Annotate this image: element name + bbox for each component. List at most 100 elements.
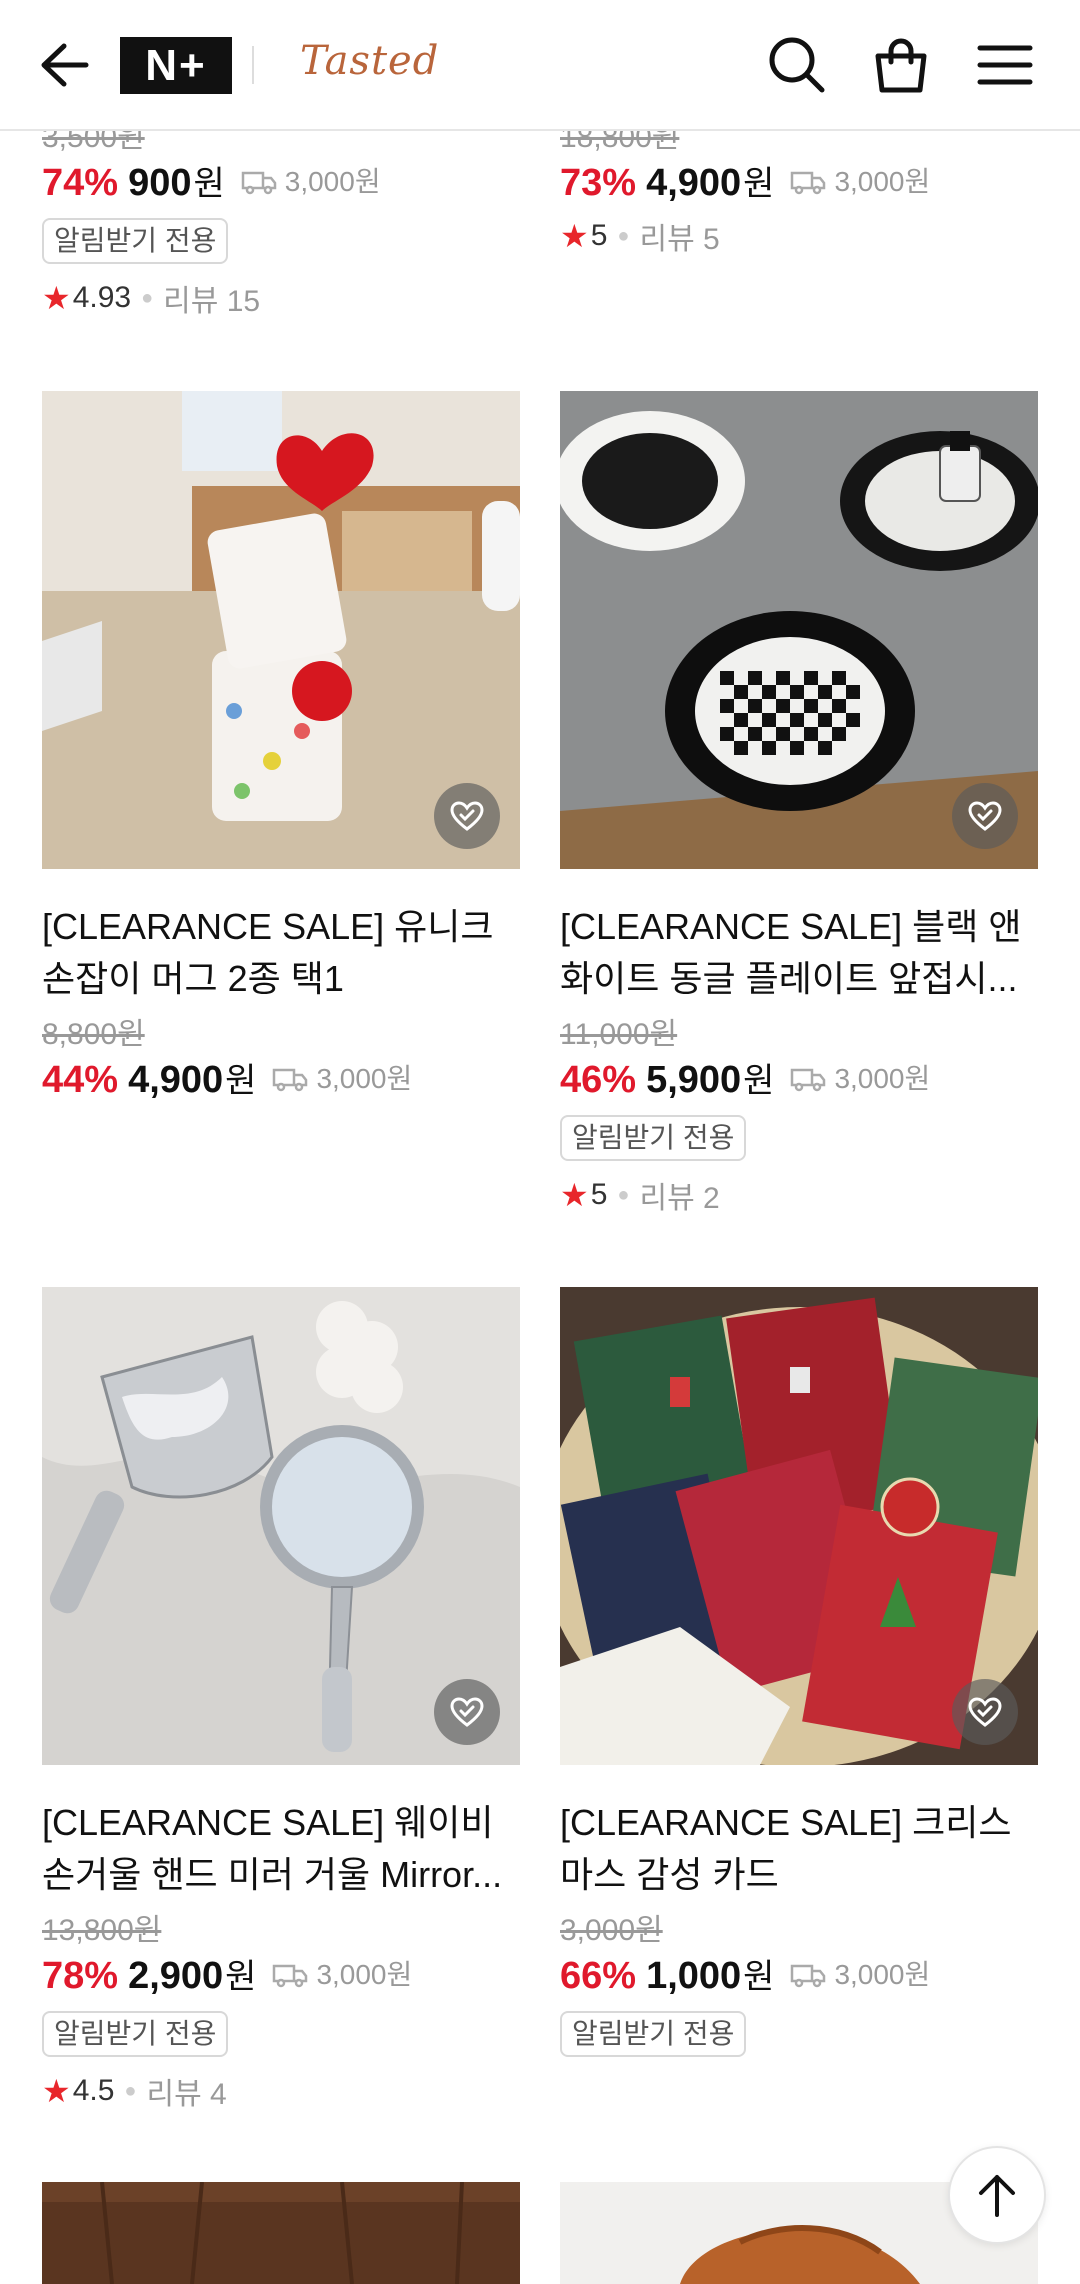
rating-value: 4.5 bbox=[72, 2074, 115, 2107]
sale-price: 4,900 bbox=[128, 1059, 224, 1101]
sale-price: 4,900 bbox=[646, 162, 742, 204]
sale-price: 5,900 bbox=[646, 1059, 742, 1101]
wishlist-button[interactable] bbox=[434, 783, 500, 849]
delivery-truck-icon bbox=[791, 1964, 826, 1988]
star-icon: ★ bbox=[42, 280, 71, 316]
wishlist-button[interactable] bbox=[952, 783, 1018, 849]
separator-dot: ● bbox=[617, 224, 630, 247]
product-card[interactable]: [CLEARANCE SALE] 유니크 손잡이 머그 2종 택1 8,800원… bbox=[42, 391, 520, 1105]
rating-row: ★ 4.5 ● 리뷰 4 bbox=[42, 2071, 520, 2111]
discount-rate: 78% bbox=[42, 1955, 119, 1997]
separator-dot: ● bbox=[124, 2079, 137, 2102]
header-divider bbox=[252, 46, 254, 84]
shipping-fee-text: 3,000원 bbox=[834, 1063, 931, 1094]
price-row: 74% 900 원 3,000원 bbox=[42, 156, 520, 208]
shipping-fee-text: 3,000원 bbox=[834, 166, 931, 197]
discount-rate: 44% bbox=[42, 1059, 119, 1101]
discount-rate: 66% bbox=[560, 1955, 637, 1997]
discount-rate: 74% bbox=[42, 162, 119, 204]
price-row: 46% 5,900 원 3,000원 bbox=[560, 1053, 1038, 1105]
review-count: 리뷰 4 bbox=[146, 2078, 227, 2111]
currency: 원 bbox=[225, 1958, 257, 1996]
rating-value: 5 bbox=[590, 1178, 608, 1211]
shipping-fee-text: 3,000원 bbox=[284, 166, 381, 197]
star-icon: ★ bbox=[42, 2073, 71, 2109]
product-title[interactable]: [CLEARANCE SALE] 유니크 손잡이 머그 2종 택1 bbox=[42, 901, 520, 1005]
shopping-bag-icon[interactable] bbox=[870, 34, 932, 96]
product-card-prev-right[interactable]: 18,800원 73% 4,900 원 3,000원 ★ 5 ● 리뷰 5 bbox=[560, 120, 1038, 256]
product-image-next-left[interactable] bbox=[42, 2182, 520, 2284]
delivery-truck-icon bbox=[241, 171, 276, 195]
delivery-truck-icon bbox=[273, 1964, 308, 1988]
delivery-truck-icon bbox=[791, 171, 826, 195]
original-price: 13,800원 bbox=[42, 1914, 162, 1947]
wishlist-button[interactable] bbox=[952, 1679, 1018, 1745]
product-image-christmas-cards[interactable] bbox=[560, 1287, 1038, 1765]
arrow-up-icon bbox=[979, 2175, 1015, 2217]
product-title[interactable]: [CLEARANCE SALE] 웨이비 손거울 핸드 미러 거울 Mirror… bbox=[42, 1797, 520, 1901]
heart-icon bbox=[968, 1697, 1002, 1727]
rating-value: 5 bbox=[590, 219, 608, 252]
price-row: 78% 2,900 원 3,000원 bbox=[42, 1949, 520, 2001]
product-title[interactable]: [CLEARANCE SALE] 블랙 앤 화이트 동글 플레이트 앞접시... bbox=[560, 901, 1038, 1005]
shipping-fee: 3,000원 bbox=[272, 1949, 412, 2001]
top-app-bar: N+ Tasted bbox=[0, 0, 1080, 131]
separator-dot: ● bbox=[617, 1183, 630, 1206]
rating-row: ★ 5 ● 리뷰 5 bbox=[560, 216, 1038, 256]
shipping-fee: 3,000원 bbox=[790, 1053, 930, 1105]
price-row: 44% 4,900 원 3,000원 bbox=[42, 1053, 520, 1105]
heart-icon bbox=[968, 801, 1002, 831]
star-icon: ★ bbox=[560, 1177, 589, 1213]
currency: 원 bbox=[743, 165, 775, 203]
shipping-fee: 3,000원 bbox=[790, 156, 930, 208]
brand-logo[interactable]: Tasted bbox=[300, 38, 439, 84]
shipping-fee-text: 3,000원 bbox=[316, 1959, 413, 1990]
product-card[interactable]: [CLEARANCE SALE] 크리스마스 감성 카드 3,000원 66% … bbox=[560, 1287, 1038, 2057]
currency: 원 bbox=[193, 165, 225, 203]
product-card[interactable]: [CLEARANCE SALE] 블랙 앤 화이트 동글 플레이트 앞접시...… bbox=[560, 391, 1038, 1215]
heart-icon bbox=[450, 1697, 484, 1727]
search-icon[interactable] bbox=[766, 34, 828, 96]
menu-icon[interactable] bbox=[974, 34, 1036, 96]
nplus-logo[interactable]: N+ bbox=[120, 37, 232, 94]
notify-only-badge: 알림받기 전용 bbox=[560, 2011, 747, 2057]
product-title[interactable]: [CLEARANCE SALE] 크리스마스 감성 카드 bbox=[560, 1797, 1038, 1901]
wishlist-button[interactable] bbox=[434, 1679, 500, 1745]
original-price: 8,800원 bbox=[42, 1018, 145, 1051]
rating-row: ★ 4.93 ● 리뷰 15 bbox=[42, 278, 520, 318]
product-image-mugs[interactable] bbox=[42, 391, 520, 869]
original-price: 3,000원 bbox=[560, 1914, 663, 1947]
currency: 원 bbox=[743, 1062, 775, 1100]
review-count: 리뷰 5 bbox=[639, 223, 720, 256]
price-row: 73% 4,900 원 3,000원 bbox=[560, 156, 1038, 208]
heart-icon bbox=[450, 801, 484, 831]
original-price: 11,000원 bbox=[560, 1018, 678, 1051]
product-card[interactable]: [CLEARANCE SALE] 웨이비 손거울 핸드 미러 거울 Mirror… bbox=[42, 1287, 520, 2111]
notify-only-badge: 알림받기 전용 bbox=[42, 218, 229, 264]
sale-price: 1,000 bbox=[646, 1955, 742, 1997]
shipping-fee: 3,000원 bbox=[790, 1949, 930, 2001]
shipping-fee: 3,000원 bbox=[272, 1053, 412, 1105]
currency: 원 bbox=[743, 1958, 775, 1996]
discount-rate: 46% bbox=[560, 1059, 637, 1101]
back-arrow-icon[interactable] bbox=[36, 40, 90, 90]
notify-only-badge: 알림받기 전용 bbox=[42, 2011, 229, 2057]
scroll-to-top-button[interactable] bbox=[948, 2146, 1046, 2244]
product-card-prev-left[interactable]: 3,500원 74% 900 원 3,000원 알림받기 전용 ★ 4.93 ●… bbox=[42, 120, 520, 318]
shipping-fee: 3,000원 bbox=[241, 156, 381, 208]
product-image-plates[interactable] bbox=[560, 391, 1038, 869]
star-icon: ★ bbox=[560, 218, 589, 254]
price-row: 66% 1,000 원 3,000원 bbox=[560, 1949, 1038, 2001]
separator-dot: ● bbox=[141, 286, 154, 309]
sale-price: 900 bbox=[128, 162, 192, 204]
shipping-fee-text: 3,000원 bbox=[316, 1063, 413, 1094]
review-count: 리뷰 15 bbox=[163, 285, 261, 318]
discount-rate: 73% bbox=[560, 162, 637, 204]
product-image-mirror[interactable] bbox=[42, 1287, 520, 1765]
delivery-truck-icon bbox=[273, 1068, 308, 1092]
shipping-fee-text: 3,000원 bbox=[834, 1959, 931, 1990]
notify-only-badge: 알림받기 전용 bbox=[560, 1115, 747, 1161]
product-card-next-left[interactable] bbox=[42, 2182, 520, 2284]
sale-price: 2,900 bbox=[128, 1955, 224, 1997]
currency: 원 bbox=[225, 1062, 257, 1100]
